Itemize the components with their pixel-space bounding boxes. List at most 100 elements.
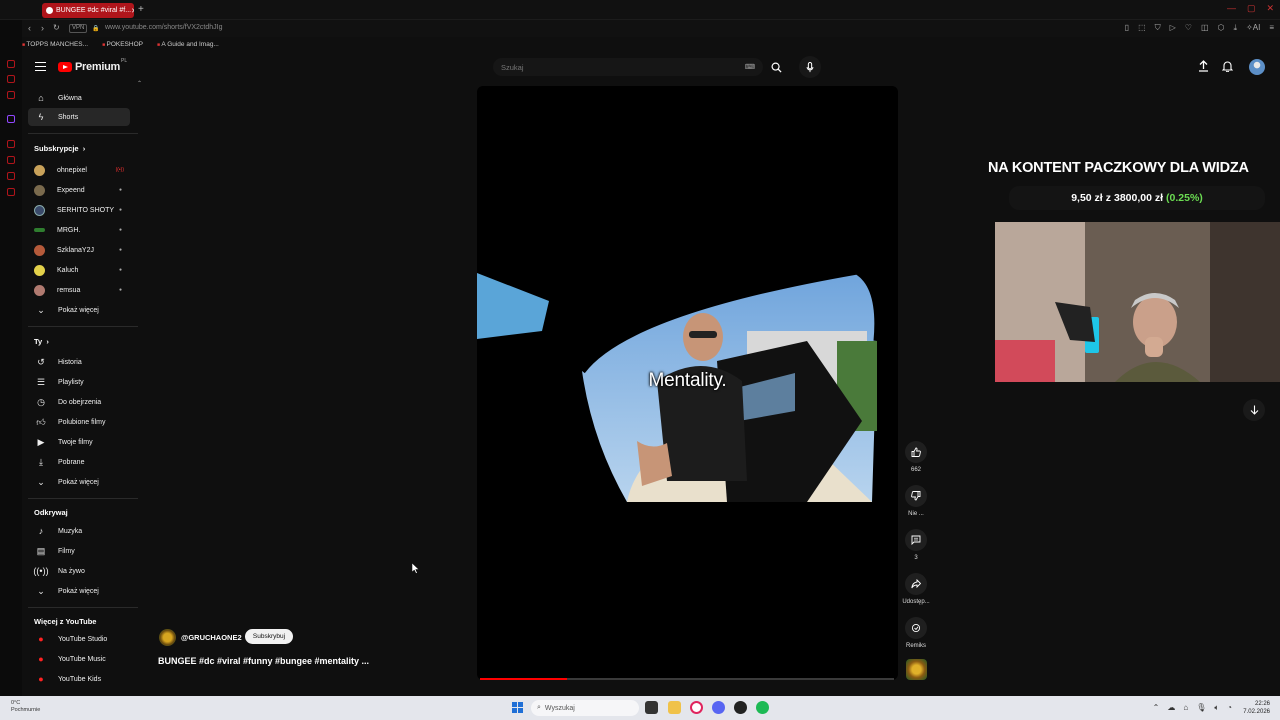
reload-icon[interactable]: ↻	[53, 23, 60, 32]
sidebar-app-icon[interactable]	[7, 60, 15, 68]
screenshot-icon[interactable]: ⬚	[1138, 23, 1146, 33]
notifications-bell-icon[interactable]	[1221, 60, 1234, 75]
keyboard-icon[interactable]: ⌨	[745, 63, 755, 71]
sidebar-item-music[interactable]: ♪ Muzyka	[28, 522, 130, 540]
sidebar-item-downloads[interactable]: ⤓ Pobrane	[28, 453, 130, 471]
account-avatar[interactable]	[1249, 59, 1265, 75]
url-field[interactable]: www.youtube.com/shorts/fVX2ctdhJIg	[105, 24, 223, 31]
shield-icon[interactable]: ⛉	[1155, 23, 1161, 33]
chevron-up-icon[interactable]: ⌃	[1153, 703, 1160, 713]
chat-icon[interactable]: ◫	[1201, 23, 1209, 33]
app-icon[interactable]	[734, 701, 747, 714]
twitch-icon[interactable]	[7, 115, 15, 123]
close-window-button[interactable]: ✕	[1266, 3, 1274, 14]
sidebar-item-your-videos[interactable]: ▶︎ Twoje filmy	[28, 433, 130, 451]
cube-icon[interactable]: ⬡	[1218, 23, 1225, 33]
subscribe-button[interactable]: Subskrybuj	[245, 629, 293, 644]
short-video-player[interactable]: Mentality.	[477, 86, 898, 680]
opera-browser-icon[interactable]	[690, 701, 703, 714]
channel-handle[interactable]: @GRUCHAONE2	[181, 633, 242, 642]
menu-icon[interactable]: ≡	[1269, 23, 1274, 33]
sidebar-item-subscription[interactable]: remsua ●	[28, 281, 130, 299]
subscriptions-heading[interactable]: Subskrypcje ›	[34, 144, 85, 153]
forward-icon[interactable]: ›	[41, 23, 44, 33]
weather-widget[interactable]: 0°C Pochmurnie	[11, 700, 40, 714]
vpn-badge[interactable]: VPN	[69, 24, 88, 33]
sidebar-item-liked[interactable]: 👍︎ Polubione filmy	[28, 413, 130, 431]
minimize-window-button[interactable]: —	[1227, 3, 1236, 14]
new-tab-button[interactable]: +	[138, 4, 144, 15]
show-more-subscriptions[interactable]: ⌄ Pokaż więcej	[28, 301, 130, 319]
sidebar-item-history[interactable]: ↺ Historia	[28, 353, 130, 371]
dislike-button[interactable]: Nie ...	[905, 485, 927, 517]
lock-icon[interactable]: 🔒	[92, 25, 99, 32]
ai-icon[interactable]: ✧AI	[1246, 23, 1260, 33]
taskbar-search-input[interactable]: ⌕ Wyszukaj	[531, 700, 639, 716]
nav-item-home[interactable]: ⌂ Główna	[28, 89, 130, 107]
sidebar-item-subscription[interactable]: Kaluch ●	[28, 261, 130, 279]
sidebar-item-subscription[interactable]: SzklanaY2J ●	[28, 241, 130, 259]
upload-icon[interactable]	[1198, 60, 1209, 75]
video-title[interactable]: BUNGEE #dc #viral #funny #bungee #mental…	[158, 656, 369, 666]
sidebar-item-subscription[interactable]: Expeend ●	[28, 181, 130, 199]
search-input[interactable]: Szukaj ⌨	[493, 58, 763, 76]
sidebar-item-playlists[interactable]: ☰ Playlisty	[28, 373, 130, 391]
heart-icon[interactable]: ♡	[1185, 23, 1192, 33]
remix-button[interactable]: Remiks	[905, 617, 927, 649]
sidebar-item-films[interactable]: ▤ Filmy	[28, 542, 130, 560]
sidebar-app-icon[interactable]	[7, 172, 15, 180]
channel-avatar	[34, 264, 45, 276]
sidebar-app-icon[interactable]	[7, 75, 15, 83]
maximize-window-button[interactable]: ▢	[1247, 3, 1256, 14]
microphone-icon[interactable]: 🎙︎	[1196, 703, 1206, 713]
sidebar-item-subscription[interactable]: SERHITO SHOTY ●	[28, 201, 130, 219]
next-short-button[interactable]	[1243, 399, 1265, 421]
cloud-icon[interactable]: ☁	[1167, 703, 1175, 713]
sidebar-app-icon[interactable]	[7, 156, 15, 164]
close-tab-icon[interactable]: ✕	[131, 7, 134, 15]
sidebar-app-icon[interactable]	[7, 188, 15, 196]
bookmark-item[interactable]: POKESHOP	[102, 41, 143, 48]
messenger-icon[interactable]	[712, 701, 725, 714]
show-more-you[interactable]: ⌄ Pokaż więcej	[28, 473, 130, 491]
scroll-up-icon[interactable]: ⌃	[137, 80, 142, 87]
sidebar-item-subscription[interactable]: MRGH. ●	[28, 221, 130, 239]
bookmark-item[interactable]: A Guide and Imag...	[157, 41, 218, 48]
sidebar-app-icon[interactable]	[7, 91, 15, 99]
sidebar-app-icon[interactable]	[7, 140, 15, 148]
file-explorer-icon[interactable]	[668, 701, 681, 714]
you-heading[interactable]: Ty ›	[34, 337, 49, 346]
task-view-icon[interactable]	[645, 701, 658, 714]
share-button[interactable]: Udostęp...	[902, 573, 930, 605]
sidebar-item-live[interactable]: ((•)) Na żywo	[28, 562, 130, 580]
download-icon[interactable]: ⤓	[1234, 23, 1238, 33]
voice-search-button[interactable]	[799, 56, 821, 78]
show-more-explore[interactable]: ⌄ Pokaż więcej	[28, 582, 130, 600]
spotify-icon[interactable]	[756, 701, 769, 714]
tab-active[interactable]: BUNGEE #dc #viral #f... ✕	[42, 3, 134, 18]
nav-item-shorts[interactable]: ϟ Shorts	[28, 108, 130, 126]
bookmark-icon[interactable]: ▯	[1125, 23, 1129, 33]
sidebar-item-subscription[interactable]: ohnepixel ((•))	[28, 161, 130, 179]
network-icon[interactable]: ⌂	[1183, 703, 1188, 713]
sidebar-item-youtube-music[interactable]: ● YouTube Music	[28, 650, 130, 668]
search-button[interactable]	[766, 58, 786, 76]
channel-avatar[interactable]	[159, 629, 176, 646]
guide-menu-icon[interactable]	[35, 62, 46, 71]
windows-start-icon[interactable]	[512, 702, 523, 713]
divider	[28, 326, 138, 327]
youtube-premium-logo[interactable]: Premium PL	[58, 58, 127, 73]
taskbar-clock[interactable]: 22:26 7.02.2026	[1243, 700, 1270, 716]
like-button[interactable]: 662	[905, 441, 927, 473]
sidebar-item-watch-later[interactable]: ◷ Do obejrzenia	[28, 393, 130, 411]
clock-time: 22:26	[1254, 701, 1270, 707]
wifi-icon[interactable]: ◔	[1227, 703, 1232, 713]
back-icon[interactable]: ‹	[28, 23, 31, 33]
audio-source-thumbnail[interactable]	[906, 659, 927, 680]
volume-icon[interactable]: 🔈︎	[1214, 703, 1219, 713]
sidebar-item-youtube-kids[interactable]: ● YouTube Kids	[28, 670, 130, 688]
play-icon[interactable]: ▷	[1170, 23, 1176, 33]
comments-button[interactable]: 3	[905, 529, 927, 561]
bookmark-item[interactable]: TOPPS MANCHES...	[22, 41, 88, 48]
sidebar-item-youtube-studio[interactable]: ● YouTube Studio	[28, 630, 130, 648]
